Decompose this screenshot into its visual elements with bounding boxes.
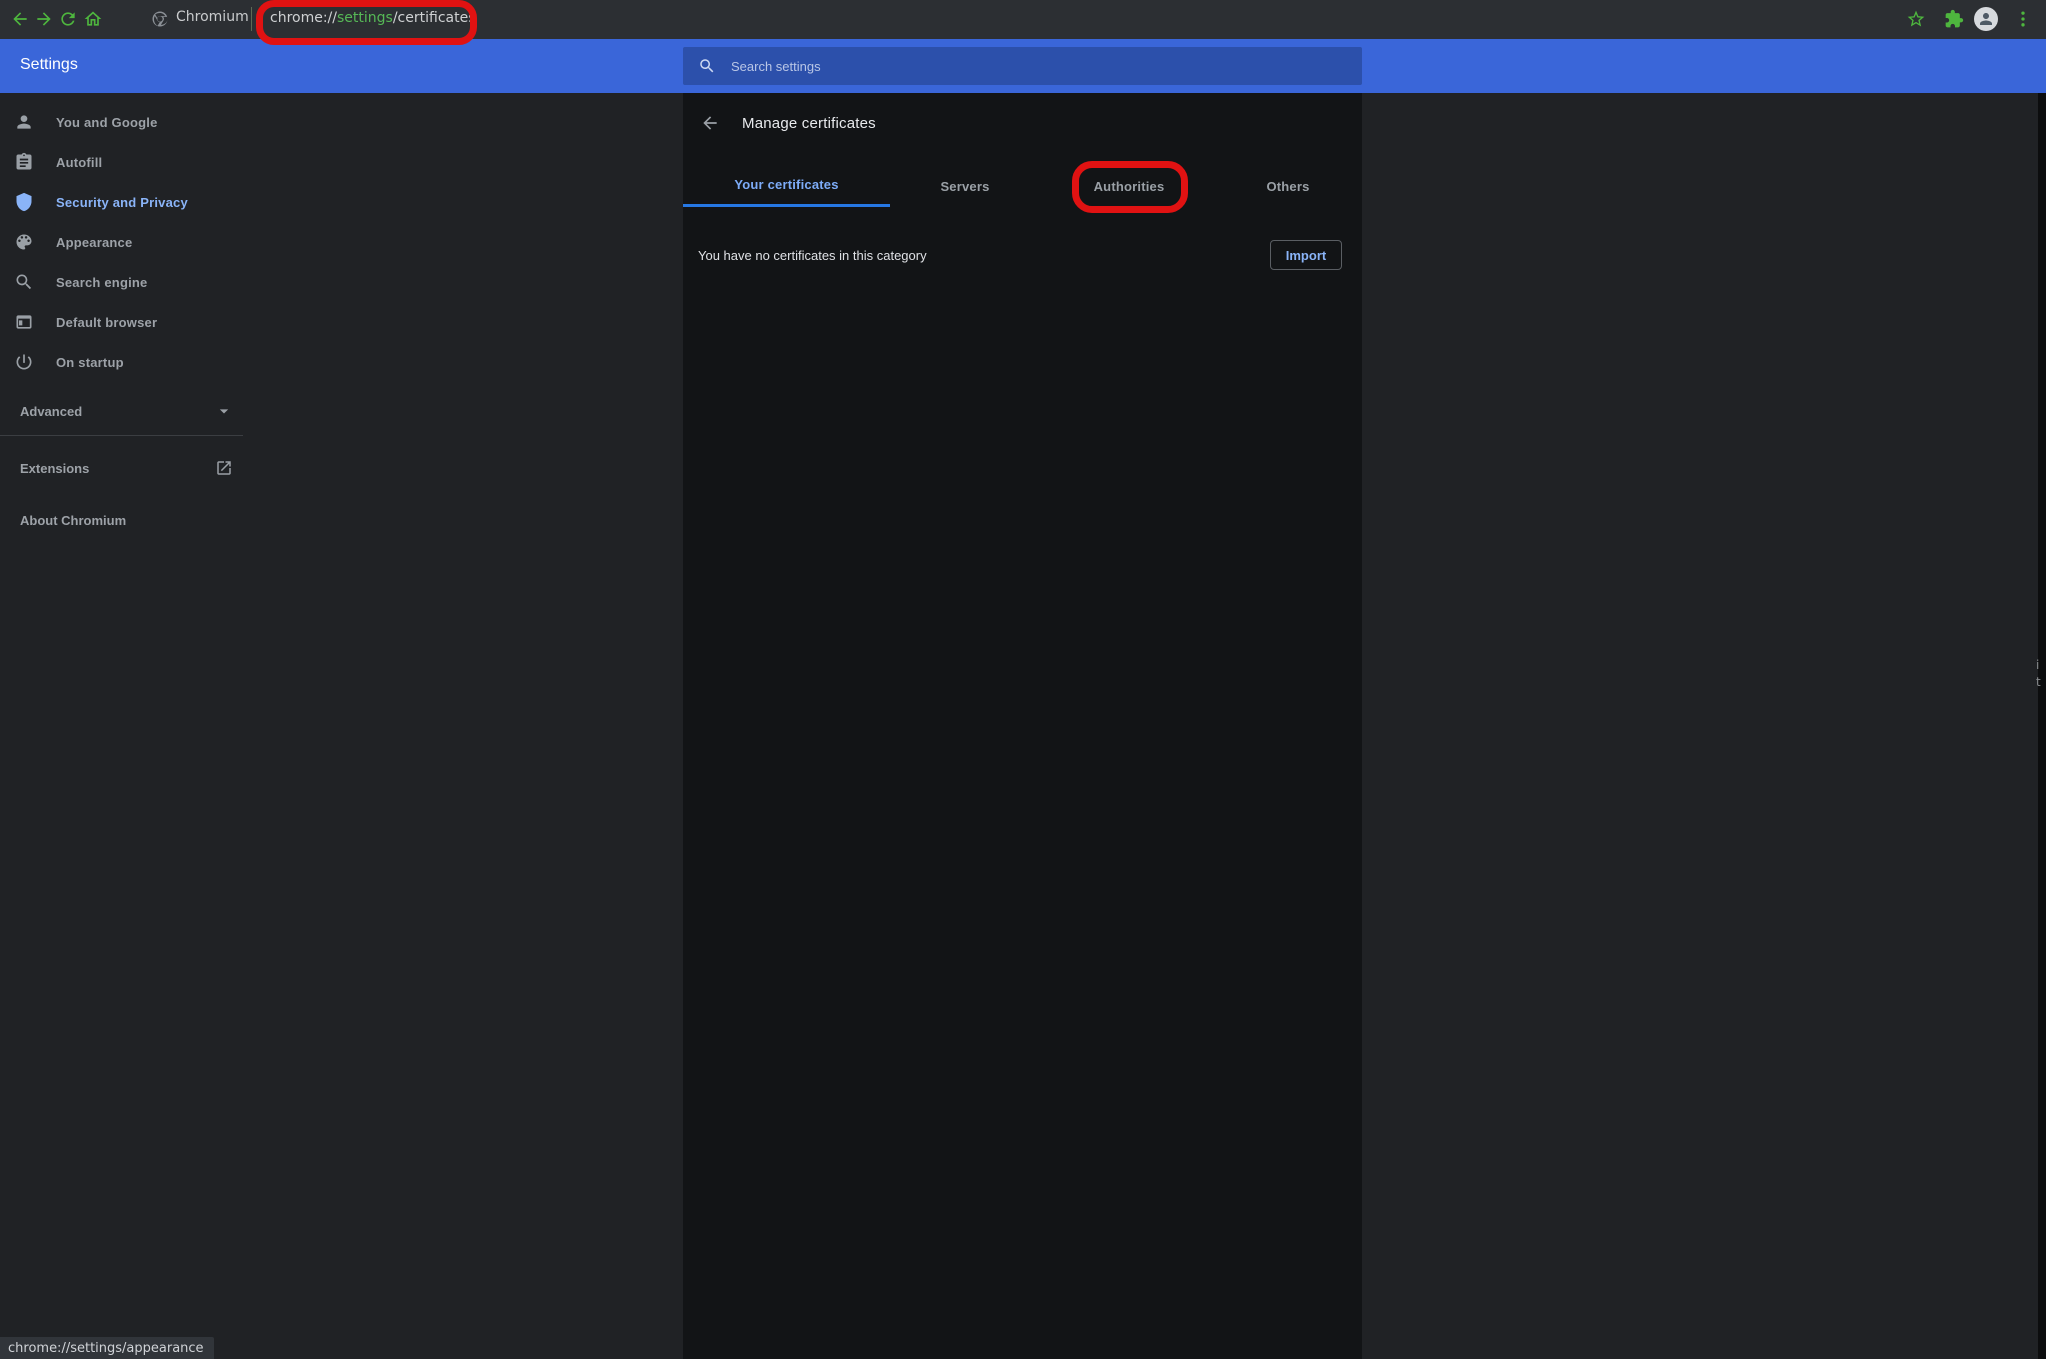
menu-kebab-icon[interactable]: [2013, 9, 2033, 29]
person-icon: [14, 112, 34, 132]
extensions-puzzle-icon[interactable]: [1944, 9, 1964, 29]
sidebar-item-label: Autofill: [56, 155, 102, 170]
about-label: About Chromium: [20, 513, 126, 528]
search-icon: [698, 57, 716, 75]
sidebar-item-label: You and Google: [56, 115, 158, 130]
tab-servers[interactable]: Servers: [890, 165, 1040, 207]
site-title: Chromium: [176, 9, 249, 25]
url-highlight: settings: [337, 10, 393, 26]
manage-certificates-panel: Manage certificates Your certificates Se…: [683, 93, 1362, 1359]
home-icon[interactable]: [83, 9, 103, 29]
sidebar-item-autofill[interactable]: Autofill: [0, 142, 250, 182]
subpage-header: Manage certificates: [683, 103, 1362, 143]
edge-text-fragment: i: [2036, 658, 2046, 672]
back-arrow-icon[interactable]: [700, 113, 720, 133]
sidebar-divider: [0, 435, 243, 436]
empty-state-row: You have no certificates in this categor…: [683, 240, 1362, 270]
tab-authorities[interactable]: Authorities: [1040, 165, 1218, 207]
tab-your-certificates[interactable]: Your certificates: [683, 165, 890, 207]
sidebar-item-label: Default browser: [56, 315, 157, 330]
back-icon[interactable]: [10, 9, 30, 29]
browser-toolbar: Chromium chrome://settings/certificates: [0, 0, 2046, 39]
sidebar-advanced-toggle[interactable]: Advanced: [0, 391, 250, 431]
sidebar-item-label: Search engine: [56, 275, 147, 290]
palette-icon: [14, 232, 34, 252]
extensions-label: Extensions: [20, 461, 89, 476]
sidebar-item-appearance[interactable]: Appearance: [0, 222, 250, 262]
sidebar-item-default-browser[interactable]: Default browser: [0, 302, 250, 342]
toolbar-separator: [251, 7, 252, 31]
screen: Chromium chrome://settings/certificates …: [0, 0, 2046, 1359]
bookmark-star-icon[interactable]: [1906, 9, 1926, 29]
tab-others[interactable]: Others: [1218, 165, 1358, 207]
edge-text-fragment: t: [2036, 675, 2046, 689]
url-scheme: chrome://: [270, 10, 337, 26]
sidebar-item-label: On startup: [56, 355, 124, 370]
sidebar-item-on-startup[interactable]: On startup: [0, 342, 250, 382]
status-url-text: chrome://settings/appearance: [8, 1341, 204, 1356]
autofill-icon: [14, 152, 34, 172]
sidebar-item-extensions[interactable]: Extensions: [0, 448, 250, 488]
empty-state-message: You have no certificates in this categor…: [698, 248, 927, 263]
chromium-logo-icon: [151, 10, 169, 28]
page-title: Settings: [20, 56, 78, 74]
browser-icon: [14, 312, 34, 332]
search-input[interactable]: [729, 58, 1362, 75]
reload-icon[interactable]: [58, 9, 78, 29]
subpage-title: Manage certificates: [742, 115, 876, 132]
certificate-tabs: Your certificates Servers Authorities Ot…: [683, 165, 1362, 207]
search-icon: [14, 272, 34, 292]
profile-avatar[interactable]: [1974, 7, 1998, 31]
forward-icon[interactable]: [34, 9, 54, 29]
sidebar-item-label: Appearance: [56, 235, 132, 250]
url-rest: /certificates: [393, 10, 476, 26]
sidebar-item-label: Security and Privacy: [56, 195, 188, 210]
sidebar-item-search-engine[interactable]: Search engine: [0, 262, 250, 302]
power-icon: [14, 352, 34, 372]
sidebar-item-you-and-google[interactable]: You and Google: [0, 102, 250, 142]
settings-header: Settings: [0, 39, 2046, 93]
sidebar-item-about-chromium[interactable]: About Chromium: [0, 500, 250, 540]
chevron-down-icon: [214, 401, 234, 421]
sidebar: You and Google Autofill Security and Pri…: [0, 102, 250, 540]
shield-icon: [14, 192, 34, 212]
import-button[interactable]: Import: [1270, 240, 1342, 270]
page-body: You and Google Autofill Security and Pri…: [0, 93, 2046, 1359]
status-bubble: chrome://settings/appearance: [0, 1337, 214, 1359]
settings-search-box[interactable]: [683, 47, 1362, 85]
right-edge-strip: [2038, 93, 2046, 1359]
advanced-label: Advanced: [20, 404, 82, 419]
external-link-icon: [215, 459, 233, 477]
sidebar-item-security-and-privacy[interactable]: Security and Privacy: [0, 182, 250, 222]
url-text[interactable]: chrome://settings/certificates: [270, 10, 476, 26]
